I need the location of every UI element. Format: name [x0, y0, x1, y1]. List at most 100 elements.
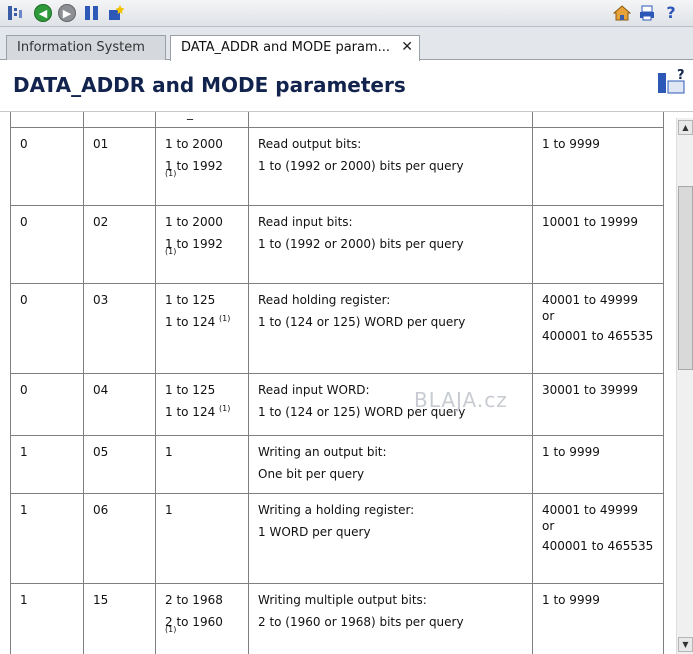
- context-help-icon[interactable]: ?: [656, 67, 688, 97]
- cell-description: Writing a holding register: 1 WORD per q…: [248, 493, 533, 584]
- cell-function: 01: [83, 127, 156, 206]
- cell-function: 05: [83, 435, 156, 494]
- table-row: 1 05 1 Writing an output bit: One bit pe…: [10, 435, 664, 494]
- tab-information-system[interactable]: Information System: [6, 35, 166, 60]
- range-line: 1 to 124 (1): [165, 404, 239, 420]
- print-icon[interactable]: [638, 4, 656, 22]
- cell-function: 06: [83, 493, 156, 584]
- cell-address: 1 to 9999: [532, 127, 664, 206]
- cell-mode: 0: [10, 373, 84, 436]
- forward-icon[interactable]: ▶: [58, 4, 76, 22]
- description-detail: 1 to (1992 or 2000) bits per query: [258, 237, 464, 251]
- address: 40001 to 49999: [542, 293, 639, 307]
- parameters-table: _ 0 01 1 to 2000 1 to 1992 (1) Read outp…: [10, 112, 664, 654]
- cell-address: 1 to 9999: [532, 583, 664, 654]
- tab-label: DATA_ADDR and MODE param...: [181, 40, 391, 55]
- cell-range: 1 to 2000 1 to 1992 (1): [155, 127, 249, 206]
- cell-address: 10001 to 19999: [532, 205, 664, 284]
- range-value: 1 to 124: [165, 405, 216, 419]
- help-icon[interactable]: ?: [662, 4, 680, 22]
- content-area: _ 0 01 1 to 2000 1 to 1992 (1) Read outp…: [0, 112, 675, 654]
- address: 400001 to 465535: [542, 539, 654, 553]
- scrollbar-thumb[interactable]: [678, 186, 693, 370]
- tab-bar: Information System DATA_ADDR and MODE pa…: [0, 27, 693, 61]
- tree-sync-icon[interactable]: [6, 4, 24, 22]
- range-line: 1 to 2000: [165, 137, 223, 151]
- range-line: 1 to 124 (1): [165, 314, 239, 330]
- cell-mode: 1: [10, 493, 84, 584]
- address: 30001 to 39999: [542, 383, 639, 397]
- address-or: or: [542, 309, 555, 323]
- back-icon[interactable]: ◀: [34, 4, 52, 22]
- cell-range: 1: [155, 493, 249, 584]
- footnote-ref: (1): [219, 314, 231, 323]
- description: Read input bits:: [258, 215, 353, 229]
- range-line: 1 to 2000: [165, 215, 223, 229]
- cell-mode: 0: [10, 205, 84, 284]
- description: Writing multiple output bits:: [258, 593, 427, 607]
- cell-function: 15: [83, 583, 156, 654]
- svg-text:?: ?: [677, 68, 685, 83]
- address: 1 to 9999: [542, 137, 600, 151]
- cell-description: Read holding register: 1 to (124 or 125)…: [248, 283, 533, 374]
- description-detail: One bit per query: [258, 467, 365, 481]
- close-icon[interactable]: ✕: [401, 36, 413, 59]
- table-row: 0 01 1 to 2000 1 to 1992 (1) Read output…: [10, 127, 664, 206]
- cell-description: Writing an output bit: One bit per query: [248, 435, 533, 494]
- home-icon[interactable]: [613, 4, 631, 22]
- cell-range: 1: [155, 435, 249, 494]
- table-row: 0 04 1 to 125 1 to 124 (1) Read input WO…: [10, 373, 664, 436]
- watermark: BLAJA.cz: [414, 388, 508, 412]
- range-line: 1 to 125: [165, 383, 216, 397]
- tab-label: Information System: [17, 40, 145, 55]
- cell-function: 04: [83, 373, 156, 436]
- address: 1 to 9999: [542, 445, 600, 459]
- table-cell: [532, 112, 664, 128]
- address-or: or: [542, 519, 555, 533]
- cell-function: 03: [83, 283, 156, 374]
- new-bookmark-icon[interactable]: [107, 4, 125, 22]
- cell-range: 1 to 125 1 to 124 (1): [155, 283, 249, 374]
- cell-mode: 1: [10, 435, 84, 494]
- cell-description: Read output bits: 1 to (1992 or 2000) bi…: [248, 127, 533, 206]
- tab-data-addr-mode[interactable]: DATA_ADDR and MODE param... ✕: [170, 35, 420, 61]
- table-row: 1 06 1 Writing a holding register: 1 WOR…: [10, 493, 664, 584]
- bookmarks-icon[interactable]: [83, 4, 101, 22]
- header-fragment: _: [187, 112, 193, 120]
- description-detail: 1 to (124 or 125) WORD per query: [258, 315, 466, 329]
- cell-mode: 0: [10, 283, 84, 374]
- range-line: 1: [165, 503, 173, 517]
- cell-range: 1 to 125 1 to 124 (1): [155, 373, 249, 436]
- range-line: 2 to 1968: [165, 593, 223, 607]
- vertical-scrollbar[interactable]: ▲ ▼: [676, 118, 693, 654]
- table-cell: [83, 112, 156, 128]
- description: Read output bits:: [258, 137, 362, 151]
- description: Writing an output bit:: [258, 445, 387, 459]
- toolbar: ◀ ▶ ?: [0, 0, 693, 27]
- table-row: 0 02 1 to 2000 1 to 1992 (1) Read input …: [10, 205, 664, 284]
- address: 1 to 9999: [542, 593, 600, 607]
- table-cell: [248, 112, 533, 128]
- range-line: 1: [165, 445, 173, 459]
- address: 10001 to 19999: [542, 215, 639, 229]
- cell-address: 40001 to 49999 or 400001 to 465535: [532, 283, 664, 374]
- table-row: 1 15 2 to 1968 2 to 1960 (1) Writing mul…: [10, 583, 664, 654]
- description-detail: 1 WORD per query: [258, 525, 371, 539]
- cell-address: 30001 to 39999: [532, 373, 664, 436]
- table-row: 0 03 1 to 125 1 to 124 (1) Read holding …: [10, 283, 664, 374]
- page-title: DATA_ADDR and MODE parameters: [13, 73, 406, 97]
- cell-address: 40001 to 49999 or 400001 to 465535: [532, 493, 664, 584]
- description: Writing a holding register:: [258, 503, 415, 517]
- footnote-ref: (1): [219, 404, 231, 413]
- range-value: 1 to 124: [165, 315, 216, 329]
- cell-description: Writing multiple output bits: 2 to (1960…: [248, 583, 533, 654]
- address: 400001 to 465535: [542, 329, 654, 343]
- cell-range: 2 to 1968 2 to 1960 (1): [155, 583, 249, 654]
- cell-description: Read input bits: 1 to (1992 or 2000) bit…: [248, 205, 533, 284]
- scroll-down-arrow[interactable]: ▼: [678, 637, 693, 652]
- table-cell: [10, 112, 84, 128]
- scroll-up-arrow[interactable]: ▲: [678, 120, 693, 135]
- range-line: 1 to 125: [165, 293, 216, 307]
- address: 40001 to 49999: [542, 503, 639, 517]
- description-detail: 1 to (1992 or 2000) bits per query: [258, 159, 464, 173]
